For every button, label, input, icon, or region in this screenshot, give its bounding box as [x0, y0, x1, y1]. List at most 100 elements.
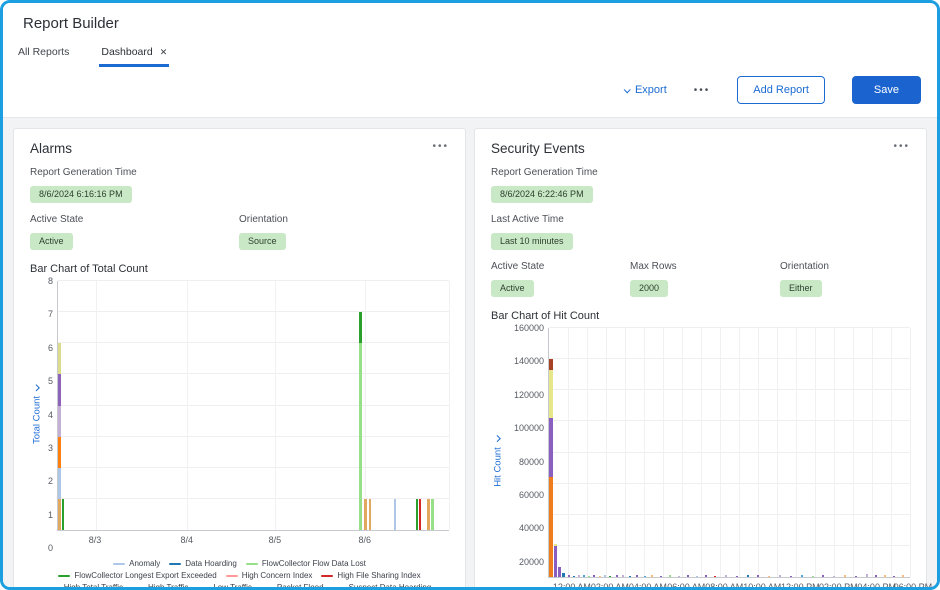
panel-menu-icon[interactable]: •••	[893, 141, 910, 152]
bar-segment	[875, 575, 877, 577]
orientation-label: Orientation	[780, 261, 829, 272]
h-gridline	[58, 467, 449, 468]
y-axis-title: Hit Count	[493, 447, 504, 487]
bar-segment	[604, 575, 606, 577]
y-tick-label: 120000	[514, 390, 544, 400]
bar-segment	[58, 499, 61, 530]
legend-item[interactable]: High File Sharing Index	[321, 570, 420, 582]
y-tick-label: 140000	[514, 356, 544, 366]
last-active-time-badge: Last 10 minutes	[491, 233, 573, 250]
more-options-icon[interactable]: •••	[694, 85, 711, 96]
bar-segment	[58, 374, 61, 405]
page-title: Report Builder	[23, 15, 917, 32]
v-gridline	[777, 328, 778, 577]
legend-item[interactable]: FlowCollector Flow Data Lost	[246, 558, 366, 570]
plot-area[interactable]	[548, 328, 910, 578]
x-axis-labels: 12:00 AM02:00 AM04:00 AM06:00 AM08:00 AM…	[548, 582, 910, 590]
bar-segment	[549, 418, 553, 477]
legend-label: High File Sharing Index	[337, 570, 420, 582]
y-tick-label: 160000	[514, 323, 544, 333]
tab-bar: All Reports Dashboard ✕	[16, 41, 917, 67]
export-button[interactable]: Export	[624, 84, 667, 96]
y-tick-label: 80000	[519, 457, 544, 467]
legend-item[interactable]: High Traffic	[132, 582, 188, 590]
bar-segment	[58, 437, 61, 468]
legend-swatch-icon	[132, 587, 144, 589]
report-generation-time-label: Report Generation Time	[491, 167, 910, 178]
bar-segment	[651, 575, 653, 577]
bar-segment	[593, 575, 595, 577]
legend-item[interactable]: Suspect Data Hoarding	[333, 582, 432, 590]
legend-label: High Traffic	[148, 582, 188, 590]
chevron-down-icon	[494, 435, 501, 442]
bar-segment	[757, 575, 759, 577]
h-gridline	[58, 373, 449, 374]
bar-segment	[427, 499, 430, 530]
h-gridline	[58, 342, 449, 343]
close-icon[interactable]: ✕	[160, 47, 168, 58]
v-gridline	[625, 328, 626, 577]
legend-label: FlowCollector Longest Export Exceeded	[74, 570, 216, 582]
bar-segment	[369, 499, 372, 530]
save-button[interactable]: Save	[852, 76, 921, 104]
h-gridline	[549, 389, 910, 390]
h-gridline	[58, 405, 449, 406]
v-gridline	[701, 328, 702, 577]
bar-segment	[812, 576, 814, 577]
bar-segment	[394, 499, 397, 530]
bar-segment	[725, 575, 727, 577]
legend-item[interactable]: High Concern Index	[226, 570, 313, 582]
v-gridline	[682, 328, 683, 577]
h-gridline	[58, 311, 449, 312]
bar-segment	[431, 499, 434, 530]
legend-swatch-icon	[246, 563, 258, 565]
y-axis-selector[interactable]: Hit Count	[493, 437, 504, 487]
y-tick-label: 1	[48, 510, 53, 520]
x-tick-label: 04:00 AM	[629, 582, 667, 590]
legend-item[interactable]: Low Traffic	[197, 582, 252, 590]
tab-dashboard[interactable]: Dashboard ✕	[99, 41, 169, 67]
x-tick-label: 02:00 AM	[591, 582, 629, 590]
bar-segment	[359, 312, 362, 343]
bar-segment	[844, 575, 846, 577]
add-report-button[interactable]: Add Report	[737, 76, 825, 104]
y-tick-label: 3	[48, 443, 53, 453]
bar-segment	[669, 575, 671, 577]
legend-item[interactable]: Anomaly	[113, 558, 160, 570]
bar-segment	[554, 544, 557, 546]
legend-item[interactable]: FlowCollector Longest Export Exceeded	[58, 570, 216, 582]
legend-item[interactable]: Packet Flood	[261, 582, 324, 590]
x-tick-label: 8/4	[180, 535, 193, 545]
bar-segment	[790, 576, 792, 577]
legend-swatch-icon	[321, 575, 333, 577]
legend-swatch-icon	[48, 587, 60, 589]
v-gridline	[568, 328, 569, 577]
bar-segment	[359, 343, 362, 530]
x-tick-label: 08:00 AM	[705, 582, 743, 590]
x-tick-label: 10:00 AM	[743, 582, 781, 590]
legend-label: Packet Flood	[277, 582, 324, 590]
max-rows-badge: 2000	[630, 280, 668, 297]
bar-segment	[583, 575, 585, 577]
active-state-badge: Active	[491, 280, 534, 297]
v-gridline	[891, 328, 892, 577]
plot-area[interactable]	[57, 281, 449, 531]
h-gridline	[549, 452, 910, 453]
legend-item[interactable]: Data Hoarding	[169, 558, 237, 570]
legend-swatch-icon	[58, 575, 70, 577]
v-gridline	[853, 328, 854, 577]
chart-heading: Bar Chart of Total Count	[30, 263, 449, 275]
x-tick-label: 06:00 PM	[894, 582, 933, 590]
h-gridline	[549, 514, 910, 515]
y-tick-label: 20000	[519, 557, 544, 567]
tab-all-reports[interactable]: All Reports	[16, 41, 71, 67]
h-gridline	[549, 483, 910, 484]
y-axis-selector[interactable]: Total Count	[32, 385, 43, 443]
bar-segment	[549, 359, 553, 370]
h-gridline	[58, 280, 449, 281]
y-axis-labels: 012345678	[43, 281, 57, 548]
bar-segment	[578, 575, 580, 577]
legend-item[interactable]: High Total Traffic	[48, 582, 123, 590]
panel-menu-icon[interactable]: •••	[432, 141, 449, 152]
bar-segment	[801, 575, 803, 577]
